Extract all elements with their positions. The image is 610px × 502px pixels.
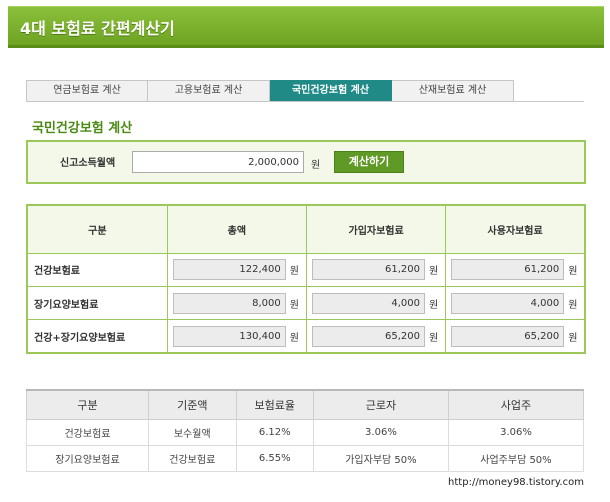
result-table: 구분 총액 가입자보험료 사용자보험료 건강보험료 122,400 원 61,20… (26, 204, 586, 354)
table-cell: 장기요양보험료 (26, 444, 149, 472)
table-row: 건강보험료 122,400 원 61,200 원 61,200 원 (26, 252, 586, 288)
rate-table: 구분 기준액 보험료율 근로자 사업주 건강보험료 보수월액 6.12% 3.0… (26, 389, 585, 472)
result-header-category: 구분 (26, 204, 168, 254)
rate-header-rate: 보험료율 (235, 389, 314, 420)
calculate-button[interactable]: 계산하기 (334, 151, 404, 173)
ltc-total-field: 8,000 (172, 292, 286, 314)
health-employee-field: 61,200 (311, 259, 425, 281)
health-total-field: 122,400 (172, 259, 286, 281)
table-cell: 건강보험료 (26, 418, 149, 446)
combined-employee-field: 65,200 (311, 325, 425, 347)
result-header-employer: 사용자보험료 (445, 204, 586, 254)
tabs-divider (26, 101, 584, 102)
tab-employment[interactable]: 고용보험료 계산 (148, 80, 270, 102)
table-cell: 6.12% (235, 418, 314, 446)
combined-employer-field: 65,200 (451, 325, 565, 347)
unit-label: 원 (568, 266, 578, 278)
ltc-employer-field: 4,000 (451, 292, 565, 314)
rate-header-employee: 근로자 (312, 389, 449, 420)
app-title: 4대 보험료 간편계산기 (20, 19, 175, 38)
rate-header-category: 구분 (26, 389, 149, 420)
table-row: 건강보험료 보수월액 6.12% 3.06% 3.06% (26, 418, 585, 446)
unit-label: 원 (568, 332, 578, 344)
result-header-employee: 가입자보험료 (305, 204, 447, 254)
row-label: 장기요양보험료 (26, 286, 168, 321)
tab-industrial-accident[interactable]: 산재보험료 계산 (392, 80, 514, 102)
table-cell: 6.55% (235, 444, 314, 472)
income-unit: 원 (311, 160, 321, 171)
income-label: 신고소득월액 (60, 158, 116, 169)
calculator-tabs: 연금보험료 계산 고용보험료 계산 국민건강보험 계산 산재보험료 계산 (26, 80, 514, 102)
unit-label: 원 (428, 299, 439, 311)
unit-label: 원 (428, 332, 439, 344)
table-row: 장기요양보험료 8,000 원 4,000 원 4,000 원 (26, 286, 586, 321)
table-cell: 3.06% (447, 418, 585, 446)
table-cell: 가입자부담 50% (312, 444, 449, 472)
rate-header-employer: 사업주 (447, 389, 585, 420)
rate-header-base: 기준액 (147, 389, 237, 420)
tab-pension[interactable]: 연금보험료 계산 (26, 80, 148, 102)
row-label: 건강+장기요양보험료 (26, 319, 168, 354)
table-cell: 사업주부담 50% (447, 444, 585, 472)
income-input[interactable] (132, 151, 304, 173)
app-header: 4대 보험료 간편계산기 (8, 6, 604, 48)
tab-health[interactable]: 국민건강보험 계산 (270, 80, 392, 102)
combined-total-field: 130,400 (172, 325, 286, 347)
table-row: 장기요양보험료 건강보험료 6.55% 가입자부담 50% 사업주부담 50% (26, 444, 585, 472)
watermark-url: http://money98.tistory.com (437, 474, 595, 491)
table-row: 건강+장기요양보험료 130,400 원 65,200 원 65,200 원 (26, 319, 586, 354)
income-form: 신고소득월액 원 계산하기 (26, 140, 586, 184)
table-cell: 3.06% (312, 418, 449, 446)
row-label: 건강보험료 (26, 252, 168, 288)
unit-label: 원 (568, 299, 578, 311)
result-header-total: 총액 (166, 204, 307, 254)
unit-label: 원 (289, 332, 299, 344)
section-title: 국민건강보험 계산 (32, 121, 133, 136)
table-cell: 보수월액 (147, 418, 237, 446)
table-cell: 건강보험료 (147, 444, 237, 472)
result-header-row: 구분 총액 가입자보험료 사용자보험료 (26, 204, 586, 254)
ltc-employee-field: 4,000 (311, 292, 425, 314)
rate-header-row: 구분 기준액 보험료율 근로자 사업주 (26, 389, 585, 420)
health-employer-field: 61,200 (451, 259, 565, 281)
unit-label: 원 (289, 299, 299, 311)
unit-label: 원 (428, 266, 439, 278)
unit-label: 원 (289, 266, 299, 278)
